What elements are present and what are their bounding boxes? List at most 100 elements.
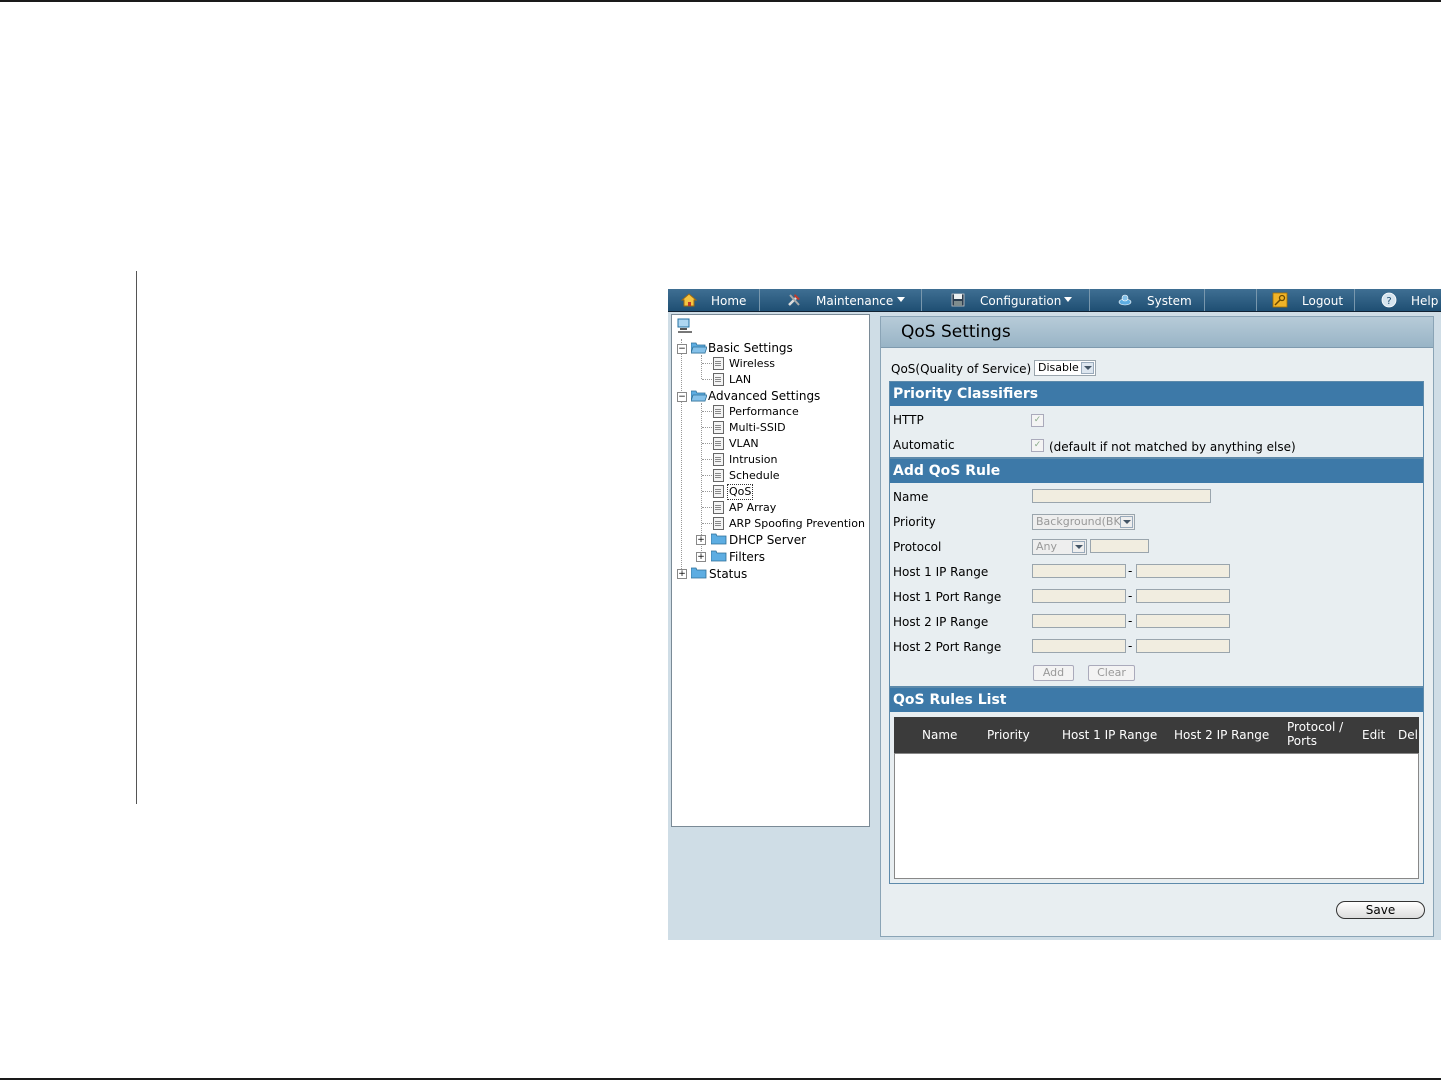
tree-guide — [701, 403, 702, 553]
chevron-down-icon — [1072, 541, 1085, 553]
menu-system[interactable]: System — [1090, 289, 1205, 311]
navigation-tree: − Basic Settings Wireless LAN − Advanced… — [671, 314, 870, 827]
system-icon — [1118, 294, 1132, 306]
page-bottom-rule — [0, 1078, 1441, 1080]
protocol-select[interactable]: Any — [1032, 539, 1087, 555]
automatic-label: Automatic — [893, 438, 955, 452]
menu-home[interactable]: Home — [668, 289, 760, 311]
col-priority: Priority — [987, 728, 1030, 742]
protocol-number-input[interactable] — [1090, 539, 1149, 553]
protocol-label: Protocol — [893, 540, 942, 554]
document-margin-line — [136, 271, 137, 804]
tree-lan[interactable]: LAN — [729, 373, 751, 387]
host1-ip-end-input[interactable] — [1136, 564, 1230, 578]
tree-advanced-settings[interactable]: Advanced Settings — [708, 389, 820, 403]
add-qos-rule-header: Add QoS Rule — [890, 459, 1423, 483]
clear-button[interactable]: Clear — [1088, 665, 1135, 681]
tree-collapse-basic[interactable]: − — [677, 344, 687, 354]
host1-port-start-input[interactable] — [1032, 589, 1126, 603]
tree-schedule[interactable]: Schedule — [729, 469, 780, 483]
tree-guide — [702, 459, 712, 460]
menu-configuration[interactable]: Configuration — [922, 289, 1090, 311]
qos-label: QoS(Quality of Service) — [891, 362, 1032, 376]
content-pane: QoS Settings QoS(Quality of Service) Dis… — [880, 316, 1434, 937]
menu-configuration-label: Configuration — [980, 294, 1062, 308]
tree-guide — [702, 379, 712, 380]
tree-guide — [681, 339, 682, 571]
page-title: QoS Settings — [901, 322, 1011, 342]
menu-home-label: Home — [711, 294, 747, 308]
range-separator: - — [1128, 614, 1133, 628]
page-icon — [713, 357, 724, 370]
add-button[interactable]: Add — [1033, 665, 1074, 681]
page-icon — [713, 517, 724, 530]
tree-wireless[interactable]: Wireless — [729, 357, 775, 371]
page-top-rule — [0, 0, 1441, 2]
tree-intrusion[interactable]: Intrusion — [729, 453, 778, 467]
tree-filters[interactable]: Filters — [729, 550, 765, 564]
name-input[interactable] — [1032, 489, 1211, 503]
qos-select-value: Disable — [1038, 361, 1079, 374]
tree-expand-dhcp[interactable]: + — [696, 535, 706, 545]
col-host2-ip: Host 2 IP Range — [1174, 728, 1270, 742]
folder-icon — [711, 550, 727, 562]
tree-ap-array[interactable]: AP Array — [729, 501, 776, 515]
host1-ip-label: Host 1 IP Range — [893, 565, 989, 579]
host2-port-start-input[interactable] — [1032, 639, 1126, 653]
col-protocol-line1: Protocol / — [1287, 720, 1344, 734]
tree-guide — [701, 355, 702, 379]
range-separator: - — [1128, 589, 1133, 603]
http-checkbox[interactable]: ✓ — [1031, 414, 1044, 427]
floppy-disk-icon — [951, 293, 965, 307]
tree-guide — [702, 443, 712, 444]
chevron-down-icon — [897, 297, 905, 302]
page-icon — [713, 421, 724, 434]
qos-rules-list-header: QoS Rules List — [890, 688, 1423, 712]
tree-multi-ssid[interactable]: Multi-SSID — [729, 421, 786, 435]
tree-guide — [702, 427, 712, 428]
menu-maintenance[interactable]: Maintenance — [760, 289, 922, 311]
col-name: Name — [922, 728, 958, 742]
chevron-down-icon — [1064, 297, 1072, 302]
menu-help[interactable]: ? Help — [1355, 289, 1441, 311]
save-button[interactable]: Save — [1336, 901, 1425, 919]
app-window: Home Maintenance Configuration System Lo… — [668, 289, 1441, 940]
home-icon — [681, 293, 697, 307]
page-icon — [713, 501, 724, 514]
menu-help-label: Help — [1411, 294, 1439, 308]
tree-dhcp-server[interactable]: DHCP Server — [729, 533, 806, 547]
host1-ip-start-input[interactable] — [1032, 564, 1126, 578]
tree-status[interactable]: Status — [709, 567, 747, 581]
tree-performance[interactable]: Performance — [729, 405, 799, 419]
automatic-note: (default if not matched by anything else… — [1049, 440, 1296, 454]
col-protocol-line2: Ports — [1287, 734, 1318, 748]
priority-select[interactable]: Background(BK) — [1032, 514, 1135, 530]
tree-collapse-advanced[interactable]: − — [677, 392, 687, 402]
menu-logout[interactable]: Logout — [1257, 289, 1355, 311]
host2-ip-label: Host 2 IP Range — [893, 615, 989, 629]
host2-ip-start-input[interactable] — [1032, 614, 1126, 628]
folder-open-icon — [691, 342, 707, 354]
host1-port-label: Host 1 Port Range — [893, 590, 1002, 604]
host2-ip-end-input[interactable] — [1136, 614, 1230, 628]
automatic-checkbox[interactable]: ✓ — [1031, 439, 1044, 452]
page-icon — [713, 405, 724, 418]
tree-guide — [702, 507, 712, 508]
tree-vlan[interactable]: VLAN — [729, 437, 759, 451]
tree-qos-selected[interactable]: QoS — [726, 484, 754, 500]
tree-expand-status[interactable]: + — [677, 569, 687, 579]
tree-guide — [702, 475, 712, 476]
folder-open-icon — [691, 390, 707, 402]
host2-port-end-input[interactable] — [1136, 639, 1230, 653]
tree-arp-spoofing[interactable]: ARP Spoofing Prevention — [729, 517, 865, 531]
tree-guide — [702, 523, 712, 524]
host1-port-end-input[interactable] — [1136, 589, 1230, 603]
page-icon — [713, 373, 724, 386]
qos-select[interactable]: Disable — [1034, 360, 1096, 376]
key-icon — [1272, 292, 1288, 308]
tree-guide — [702, 411, 712, 412]
tree-basic-settings[interactable]: Basic Settings — [708, 341, 793, 355]
priority-classifiers-header: Priority Classifiers — [890, 382, 1423, 406]
tree-expand-filters[interactable]: + — [696, 552, 706, 562]
menu-bar: Home Maintenance Configuration System Lo… — [668, 289, 1441, 312]
